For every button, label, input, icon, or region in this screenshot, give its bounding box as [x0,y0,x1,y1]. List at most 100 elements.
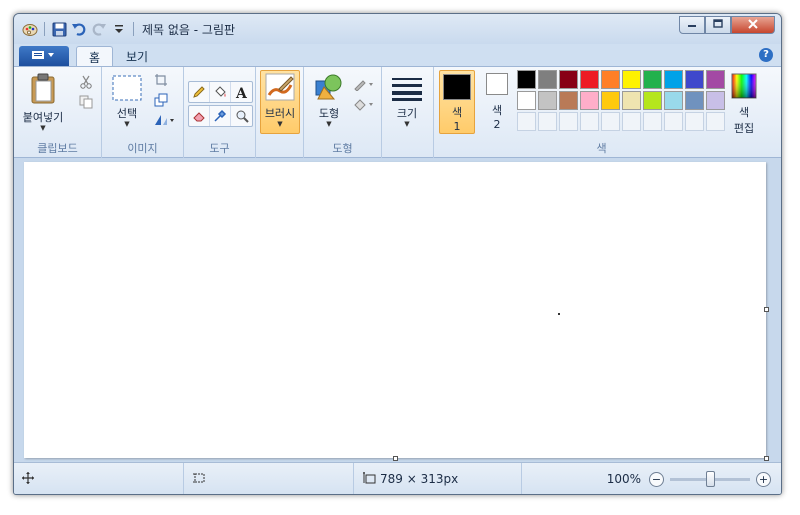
cursor-position-icon [22,471,34,487]
palette-color-swatch[interactable] [517,70,536,89]
close-button[interactable] [731,16,775,34]
undo-icon[interactable] [71,21,87,37]
palette-color-swatch[interactable] [559,70,578,89]
quick-access-toolbar [14,14,136,44]
custom-color-slot[interactable] [664,112,683,131]
zoom-percent: 100% [606,472,641,486]
shapes-button[interactable]: 도형 ▼ [310,73,348,128]
custom-color-slot[interactable] [538,112,557,131]
copy-icon[interactable] [77,93,95,111]
colors-group: 색 1 색 2 색 편집 색 [434,67,769,159]
zoom-slider[interactable] [670,470,750,487]
palette-color-swatch[interactable] [664,70,683,89]
canvas-pixel-dot [558,313,560,315]
window-controls [679,16,775,34]
eraser-icon[interactable] [189,106,210,126]
custom-color-slot[interactable] [622,112,641,131]
shapes-group: 도형 ▼ 도형 [304,67,382,159]
palette-color-swatch[interactable] [601,91,620,110]
edit-colors-label-line2: 편집 [733,122,755,135]
color2-swatch [486,73,508,95]
palette-color-swatch[interactable] [643,70,662,89]
shapes-dropdown-arrow: ▼ [326,120,332,128]
tools-group-label: 도구 [209,142,230,155]
palette-color-swatch[interactable] [538,91,557,110]
zoom-in-button[interactable]: + [756,471,771,487]
paste-dropdown-arrow: ▼ [40,124,46,132]
palette-color-swatch[interactable] [622,70,641,89]
size-button[interactable]: 크기 ▼ [390,77,424,128]
resize-icon[interactable] [152,91,170,109]
color1-button[interactable]: 색 1 [439,70,475,134]
minimize-button[interactable] [679,16,705,34]
custom-color-slot[interactable] [643,112,662,131]
custom-color-slot[interactable] [517,112,536,131]
palette-color-swatch[interactable] [517,91,536,110]
color1-label-line2: 1 [453,120,461,133]
close-icon [748,18,758,32]
maximize-button[interactable] [705,16,731,34]
shapes-label: 도형 [318,107,340,120]
fill-bucket-icon[interactable] [210,82,231,102]
canvas-size-text: 789 × 313px [380,472,459,486]
tab-view[interactable]: 보기 [114,46,160,67]
custom-color-slot[interactable] [601,112,620,131]
clipboard-group-label: 클립보드 [37,142,78,155]
custom-color-slot[interactable] [685,112,704,131]
text-tool-icon[interactable]: A [231,82,252,102]
palette-color-swatch[interactable] [664,91,683,110]
plus-icon: + [758,472,769,486]
drawing-canvas[interactable] [24,162,766,458]
crop-icon[interactable] [152,71,170,89]
brushes-dropdown-arrow: ▼ [277,120,283,128]
palette-color-swatch[interactable] [622,91,641,110]
palette-color-swatch[interactable] [685,70,704,89]
color-picker-icon[interactable] [210,106,231,126]
palette-color-swatch[interactable] [580,91,599,110]
color1-swatch [443,74,471,100]
palette-color-swatch[interactable] [706,70,725,89]
qat-separator [133,22,134,36]
brushes-button-content[interactable]: 브러시 ▼ [261,73,299,128]
minus-icon: − [651,472,662,486]
redo-icon[interactable] [91,21,107,37]
tab-home[interactable]: 홈 [76,46,114,67]
zoom-slider-thumb[interactable] [706,470,715,487]
canvas-resize-handle-right[interactable] [764,307,769,312]
palette-color-swatch[interactable] [538,70,557,89]
select-button[interactable]: 선택 ▼ [110,75,144,128]
zoom-out-button[interactable]: − [649,471,664,487]
canvas-resize-handle-bottom[interactable] [393,456,398,461]
clipboard-group: 붙여넣기 ▼ 클립보드 [14,67,102,159]
tools-row-1: A [188,81,253,103]
minimize-icon [687,20,697,31]
palette-color-swatch[interactable] [601,70,620,89]
file-menu-button[interactable] [19,46,69,66]
palette-color-swatch[interactable] [643,91,662,110]
palette-color-swatch[interactable] [685,91,704,110]
custom-color-slot[interactable] [580,112,599,131]
fill-icon[interactable] [352,95,376,113]
paste-button[interactable]: 붙여넣기 ▼ [22,73,64,132]
canvas-resize-handle-corner[interactable] [764,456,769,461]
custom-color-slot[interactable] [706,112,725,131]
color2-button[interactable]: 색 2 [482,73,512,131]
paint-app-icon[interactable] [22,21,38,37]
palette-color-swatch[interactable] [706,91,725,110]
size-group: 크기 ▼ [382,67,434,159]
palette-color-swatch[interactable] [559,91,578,110]
save-icon[interactable] [51,21,67,37]
help-button[interactable]: ? [759,48,773,62]
magnifier-icon[interactable] [231,106,252,126]
brushes-label: 브러시 [264,107,296,120]
outline-icon[interactable] [352,75,376,93]
cut-icon[interactable] [77,73,95,91]
custom-color-slot[interactable] [559,112,578,131]
pencil-icon[interactable] [189,82,210,102]
rotate-icon[interactable] [152,111,176,129]
selection-size-icon [192,472,206,487]
customize-qat-icon[interactable] [111,21,127,37]
edit-colors-button[interactable]: 색 편집 [727,73,761,136]
size-dropdown-arrow: ▼ [404,120,410,128]
palette-color-swatch[interactable] [580,70,599,89]
